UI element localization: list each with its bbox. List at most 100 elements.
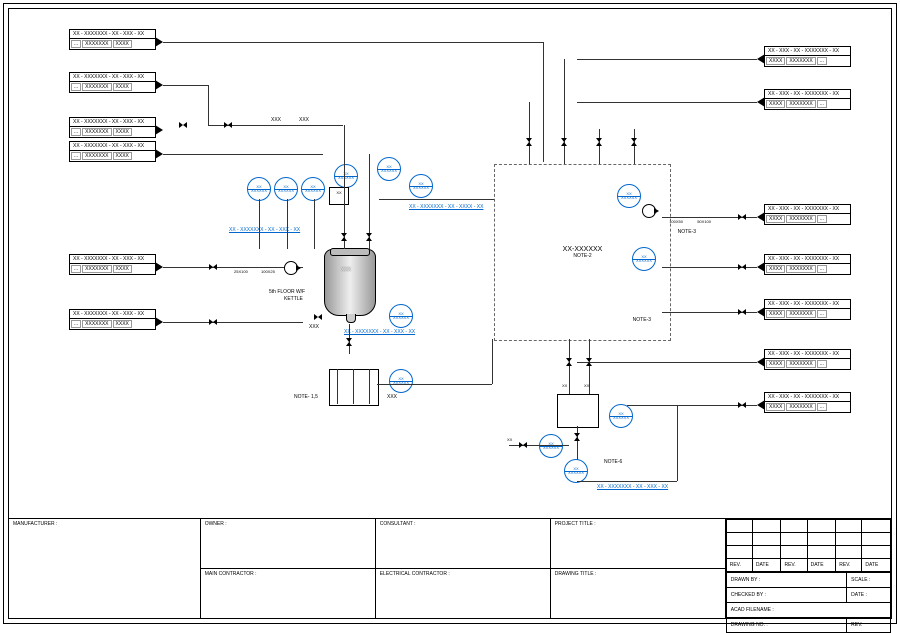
valve-icon xyxy=(519,442,527,448)
arrow-icon xyxy=(757,262,765,272)
tag-left-3: XX - XXXXXXX - XX - XXX - XX...XXXXXXXXX… xyxy=(69,117,156,138)
pipe xyxy=(163,154,323,155)
pipe xyxy=(208,85,209,125)
note: NOTE- 1,5 xyxy=(294,394,318,400)
label: XX xyxy=(584,383,589,388)
label: XX xyxy=(562,383,567,388)
owner-main-cell: OWNER : MAIN CONTRACTOR : xyxy=(201,519,376,618)
instrument-bubble: XXXXXXXX xyxy=(274,177,298,201)
reducer-label: 100X50 xyxy=(669,219,683,224)
tag-right-6: XX - XXX - XX - XXXXXXX - XXXXXXXXXXXXX.… xyxy=(764,349,851,370)
arrow-icon xyxy=(757,400,765,410)
arrow-icon xyxy=(155,317,163,327)
arrow-icon xyxy=(155,37,163,47)
pipe xyxy=(543,42,544,162)
pipe xyxy=(344,125,345,249)
floor-label: 5th FLOOR W/F xyxy=(269,289,305,295)
instrument-bubble: XXXXXXXX xyxy=(609,404,633,428)
arrow-icon xyxy=(155,149,163,159)
square-instrument: XX xyxy=(329,187,349,205)
pipe xyxy=(669,267,709,268)
instrument-bubble: XXXXXXXX xyxy=(377,157,401,181)
valve-icon xyxy=(224,122,232,128)
pipe xyxy=(577,59,757,60)
title-block: MANUFACTURER : OWNER : MAIN CONTRACTOR :… xyxy=(9,518,891,618)
pipe xyxy=(353,369,354,404)
tag-right-1: XX - XXX - XX - XXXXXXX - XXXXXXXXXXXXX.… xyxy=(764,46,851,67)
reactor-label: XXX xyxy=(341,267,351,273)
pipe xyxy=(577,102,757,103)
pipe xyxy=(669,217,709,218)
instrument-bubble: XXXXXXXX xyxy=(539,434,563,458)
tag-left-4: XX - XXXXXXX - XX - XXX - XX...XXXXXXXXX… xyxy=(69,141,156,162)
label: XXX xyxy=(271,117,281,123)
instrument-bubble: XXXXXXXX xyxy=(301,177,325,201)
arrow-icon xyxy=(757,212,765,222)
valve-icon xyxy=(179,122,187,128)
reducer-label: 100X25 xyxy=(261,269,275,274)
pipe xyxy=(379,199,494,200)
consultant-elec-cell: CONSULTANT : ELECTRICAL CONTRACTOR : xyxy=(376,519,551,618)
reducer-label: 50X100 xyxy=(697,219,711,224)
pipe xyxy=(337,369,338,404)
label: XX xyxy=(507,437,512,442)
pipe xyxy=(577,362,757,363)
vessel-note: NOTE-2 xyxy=(495,253,670,259)
line-label: XX - XXXXXXX - XX - XXXX - XX xyxy=(409,204,483,210)
dashed-vessel: XX-XXXXXX NOTE-2 xyxy=(494,164,671,341)
pipe xyxy=(669,312,709,313)
arrow-icon xyxy=(155,262,163,272)
instrument-bubble: XXXXXXXX xyxy=(389,369,413,393)
arrow-icon xyxy=(757,357,765,367)
pipe xyxy=(377,384,492,385)
pipe xyxy=(677,405,678,481)
line-label: XX - XXXXXXX - XX - XXX - XX xyxy=(597,484,668,490)
tag-left-1: XX - XXXXXXX - XX - XXX - XX...XXXXXXXXX… xyxy=(69,29,156,50)
pipe xyxy=(287,199,288,249)
instrument-bubble: XXXXXXXX xyxy=(409,174,433,198)
valve-icon xyxy=(341,233,347,241)
small-vessel xyxy=(557,394,599,428)
drawing-sheet: XX - XXXXXXX - XX - XXX - XX...XXXXXXXXX… xyxy=(0,0,900,627)
valve-icon xyxy=(314,314,322,320)
revision-table: REV.DATEREV.DATEREV.DATE DRAWN BY :SCALE… xyxy=(726,519,891,618)
valve-icon xyxy=(526,138,532,146)
valve-icon xyxy=(738,214,746,220)
pipe xyxy=(492,339,493,384)
vessel-id: XX-XXXXXX xyxy=(495,246,670,253)
reactor-vessel xyxy=(324,249,376,316)
instrument-bubble: XXXXXXXX xyxy=(247,177,271,201)
pipe xyxy=(163,85,208,86)
tag-left-5: XX - XXXXXXX - XX - XXX - XX...XXXXXXXXX… xyxy=(69,254,156,275)
kettle-label: KETTLE xyxy=(284,296,303,302)
valve-icon xyxy=(738,309,746,315)
tag-left-2: XX - XXXXXXX - XX - XXX - XX...XXXXXXXXX… xyxy=(69,72,156,93)
valve-icon xyxy=(366,233,372,241)
instrument-bubble: XXXXXXXX xyxy=(334,164,358,188)
pipe xyxy=(509,445,569,446)
project-drawing-cell: PROJECT TITLE : DRAWING TITLE : xyxy=(551,519,726,618)
reducer-label: 25X100 xyxy=(234,269,248,274)
tag-right-5: XX - XXX - XX - XXXXXXX - XXXXXXXXXXXXX.… xyxy=(764,299,851,320)
note: NOTE-3 xyxy=(678,229,696,235)
note: NOTE-6 xyxy=(604,459,622,465)
pid-drawing-area: XX - XXXXXXX - XX - XXX - XX...XXXXXXXXX… xyxy=(9,9,891,518)
pump-icon xyxy=(284,261,298,275)
valve-icon xyxy=(209,264,217,270)
arrow-icon xyxy=(155,125,163,135)
pipe xyxy=(564,59,565,164)
tag-right-2: XX - XXX - XX - XXXXXXX - XXXXXXXXXXXXX.… xyxy=(764,89,851,110)
valve-icon xyxy=(631,138,637,146)
valve-icon xyxy=(586,358,592,366)
valve-icon xyxy=(346,338,352,346)
pipe xyxy=(599,129,600,164)
valve-icon xyxy=(561,138,567,146)
arrow-icon xyxy=(757,97,765,107)
valve-icon xyxy=(738,264,746,270)
valve-icon xyxy=(209,319,217,325)
line-label: XX - XXXXXXX - XX - XXX - XX xyxy=(344,329,415,335)
pipe xyxy=(314,199,315,249)
instrument-bubble: XXXXXXXX xyxy=(389,304,413,328)
valve-icon xyxy=(596,138,602,146)
valve-icon xyxy=(574,433,580,441)
